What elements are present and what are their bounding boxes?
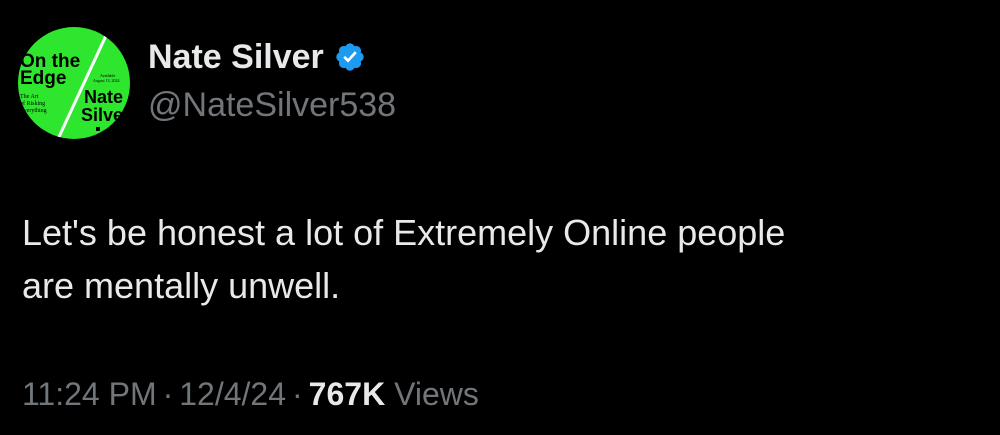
avatar-author-line1: Nate xyxy=(84,87,123,107)
avatar-subtitle-line2: of Risking xyxy=(20,100,45,107)
views-label: Views xyxy=(394,376,479,412)
tweet-time[interactable]: 11:24 PM xyxy=(22,376,157,412)
avatar[interactable]: On the Edge The Art of Risking Everythin… xyxy=(18,27,130,139)
verified-badge-icon xyxy=(334,41,366,73)
tweet-text-line: are mentally unwell. xyxy=(22,265,341,306)
tweet-text: Let's be honest a lot of Extremely Onlin… xyxy=(22,206,972,312)
avatar-author-line2: Silver xyxy=(81,105,130,125)
meta-separator: · xyxy=(292,376,303,412)
tweet-text-line: Let's be honest a lot of Extremely Onlin… xyxy=(22,212,786,253)
avatar-image: On the Edge The Art of Risking Everythin… xyxy=(18,27,130,139)
avatar-subtitle-line1: The Art xyxy=(20,94,39,100)
avatar-subtitle-line3: Everything xyxy=(20,108,47,114)
display-name[interactable]: Nate Silver xyxy=(148,37,324,77)
views-link[interactable]: 767K Views xyxy=(309,376,479,412)
tweet-date[interactable]: 12/4/24 xyxy=(179,376,286,412)
user-handle[interactable]: @NateSilver538 xyxy=(148,85,396,125)
name-row: Nate Silver xyxy=(148,37,396,77)
avatar-title-line2: Edge xyxy=(20,68,66,89)
tweet-meta: 11:24 PM · 12/4/24 · 767K Views xyxy=(22,374,479,414)
meta-separator: · xyxy=(162,376,174,412)
tweet-card: On the Edge The Art of Risking Everythin… xyxy=(0,0,1000,435)
user-info: Nate Silver @NateSilver538 xyxy=(148,37,396,125)
views-count: 767K xyxy=(308,376,386,412)
tweet-header: On the Edge The Art of Risking Everythin… xyxy=(18,27,396,139)
